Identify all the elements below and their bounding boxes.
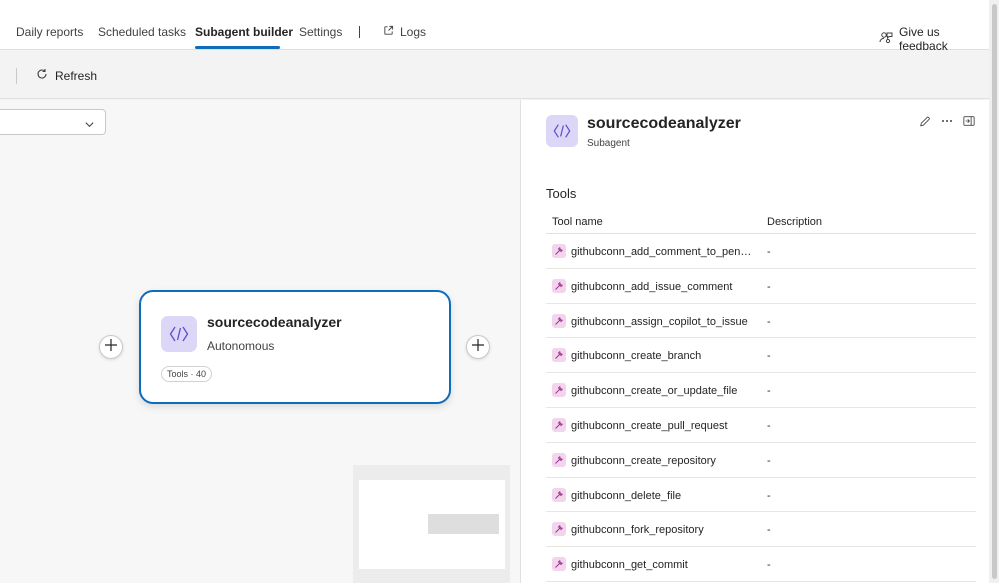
tool-name: githubconn_fork_repository (571, 524, 704, 537)
logs-link[interactable]: Logs (383, 25, 426, 39)
collapse-panel-icon[interactable] (963, 114, 975, 128)
tab-settings[interactable]: Settings (299, 25, 342, 39)
tool-name: githubconn_create_repository (571, 454, 716, 467)
feedback-label: Give us feedback (899, 25, 948, 53)
more-icon[interactable] (941, 114, 953, 128)
tools-section-title: Tools (546, 186, 577, 201)
tool-name: githubconn_get_commit (571, 559, 688, 572)
code-icon (546, 115, 578, 147)
panel-subtitle: Subagent (587, 138, 630, 149)
wrench-icon (552, 452, 566, 467)
minimap-node (428, 514, 499, 534)
tool-description: - (767, 385, 771, 398)
tab-subagent-builder[interactable]: Subagent builder (195, 25, 293, 39)
tool-description: - (767, 454, 771, 467)
table-row[interactable]: githubconn_assign_copilot_to_issue - (546, 304, 976, 339)
pencil-icon[interactable] (919, 114, 931, 128)
wrench-icon (552, 278, 566, 293)
code-icon (161, 316, 197, 352)
panel-title: sourcecodeanalyzer (587, 115, 741, 132)
details-panel: sourcecodeanalyzer Subagent Tools Tool n… (520, 100, 989, 583)
tool-description: - (767, 489, 771, 502)
wrench-icon (552, 348, 566, 363)
table-row[interactable]: githubconn_add_issue_comment - (546, 269, 976, 304)
tool-description: - (767, 280, 771, 293)
agent-node-title: sourcecodeanalyzer (207, 314, 342, 330)
tool-description: - (767, 524, 771, 537)
refresh-icon (36, 68, 48, 83)
agent-node[interactable]: sourcecodeanalyzer Autonomous Tools · 40 (139, 290, 451, 404)
add-after-button[interactable] (466, 335, 490, 359)
toolbar: Refresh (0, 51, 989, 99)
tab-daily-reports[interactable]: Daily reports (16, 25, 83, 39)
tool-name: githubconn_create_or_update_file (571, 385, 738, 398)
wrench-icon (552, 313, 566, 328)
panel-actions (919, 114, 975, 128)
wrench-icon (552, 383, 566, 398)
table-row[interactable]: githubconn_delete_file - (546, 478, 976, 513)
add-before-button[interactable] (99, 335, 123, 359)
refresh-button[interactable]: Refresh (36, 68, 97, 83)
table-row[interactable]: githubconn_get_commit - (546, 547, 976, 582)
refresh-label: Refresh (55, 68, 98, 83)
tools-count-badge: Tools · 40 (161, 366, 213, 382)
nav-divider (359, 26, 360, 38)
plus-icon (471, 338, 485, 357)
top-navigation: Daily reports Scheduled tasks Subagent b… (0, 0, 989, 53)
tool-description: - (767, 315, 771, 328)
tool-description: - (767, 419, 771, 432)
tool-name: githubconn_create_pull_request (571, 419, 728, 432)
scrollbar-thumb[interactable] (992, 4, 997, 579)
chevron-down-icon (84, 117, 95, 135)
column-header-description: Description (767, 216, 823, 228)
wrench-icon (552, 557, 566, 572)
plus-icon (104, 338, 118, 357)
logs-label: Logs (400, 25, 427, 39)
column-header-tool-name: Tool name (552, 216, 603, 228)
external-link-icon (383, 25, 394, 39)
feedback-button[interactable]: Give us feedback (879, 25, 989, 53)
tool-description: - (767, 350, 771, 363)
active-tab-indicator (195, 46, 280, 49)
wrench-icon (552, 417, 566, 432)
tool-name: githubconn_delete_file (571, 489, 682, 502)
tool-name: githubconn_assign_copilot_to_issue (571, 315, 748, 328)
tab-scheduled-tasks[interactable]: Scheduled tasks (98, 25, 186, 39)
table-row[interactable]: githubconn_add_comment_to_pending_review… (546, 234, 976, 269)
tool-name: githubconn_add_comment_to_pending_review (571, 246, 757, 258)
minimap[interactable] (353, 465, 510, 583)
agent-selector-dropdown[interactable] (0, 109, 106, 135)
table-row[interactable]: githubconn_create_branch - (546, 338, 976, 374)
wrench-icon (552, 487, 566, 502)
minimap-viewport (359, 480, 505, 569)
tool-name: githubconn_create_branch (571, 350, 702, 363)
table-header: Tool name Description (546, 210, 976, 234)
agent-node-mode: Autonomous (207, 339, 275, 353)
people-feedback-icon (879, 31, 893, 48)
wrench-icon (552, 522, 566, 537)
table-row[interactable]: githubconn_create_or_update_file - (546, 373, 976, 408)
tool-name: githubconn_add_issue_comment (571, 280, 733, 293)
tool-description: - (767, 246, 771, 258)
table-row[interactable]: githubconn_fork_repository - (546, 512, 976, 548)
table-row[interactable]: githubconn_create_pull_request - (546, 408, 976, 443)
wrench-icon (552, 244, 566, 258)
page-scrollbar[interactable] (989, 0, 999, 583)
tools-table: Tool name Description githubconn_add_com… (546, 210, 976, 582)
builder-canvas[interactable]: sourcecodeanalyzer Autonomous Tools · 40 (0, 100, 520, 583)
toolbar-divider (16, 68, 17, 84)
table-row[interactable]: githubconn_create_repository - (546, 443, 976, 478)
tool-description: - (767, 559, 771, 572)
